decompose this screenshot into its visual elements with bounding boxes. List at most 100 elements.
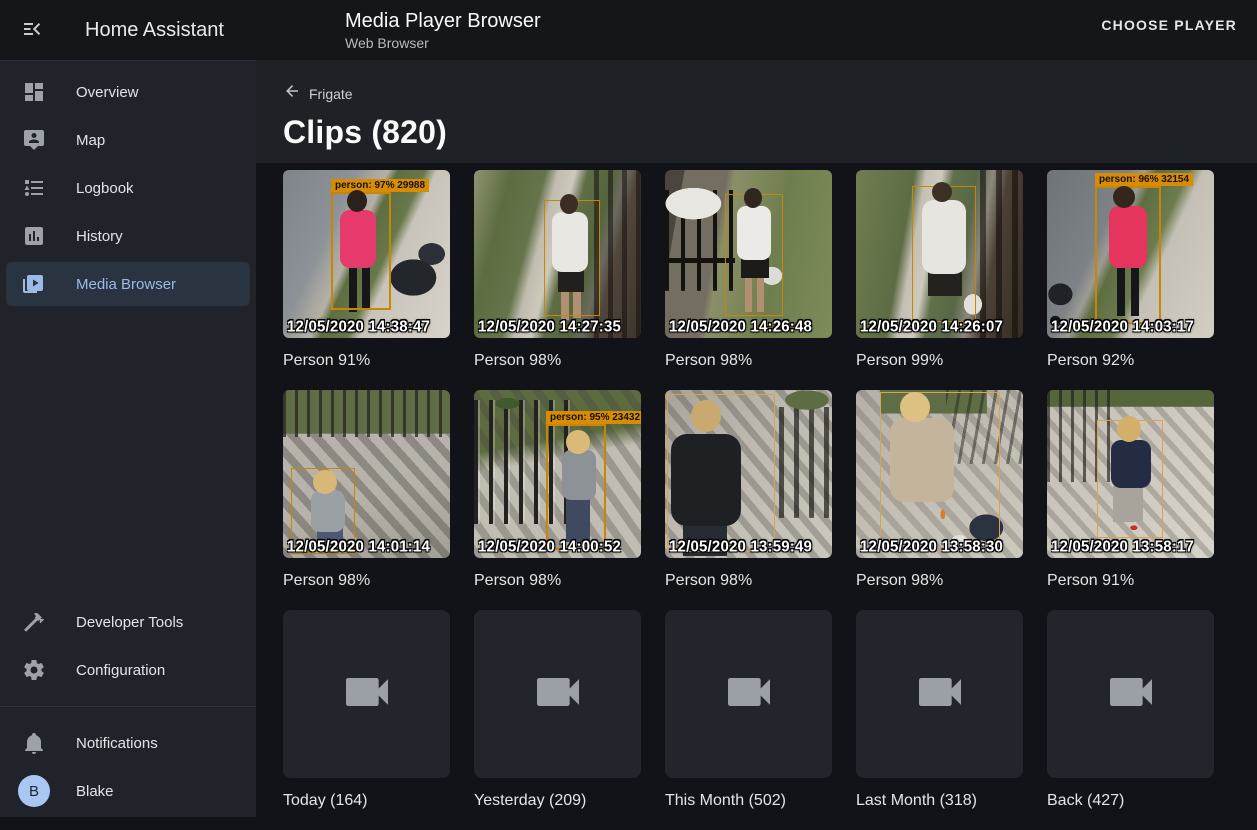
clip-timestamp: 12/05/2020 14:26:48 (669, 317, 812, 335)
panel-subtitle: Web Browser (345, 34, 541, 52)
folder-item-back[interactable]: Back (427) (1047, 610, 1214, 811)
folder-thumbnail (856, 610, 1023, 778)
folder-thumbnail (283, 610, 450, 778)
sidebar-item-label: Developer Tools (76, 614, 183, 631)
videocam-icon (1103, 664, 1159, 725)
sidebar-item-notifications[interactable]: Notifications (0, 719, 256, 767)
sidebar-nav: Overview Map Logbook History Media Brows… (0, 61, 256, 306)
avatar: B (18, 775, 50, 807)
bell-icon (22, 731, 46, 755)
clip-item[interactable]: 12/05/2020 14:27:35 Person 98% (474, 170, 641, 371)
sidebar-item-media-browser[interactable]: Media Browser (6, 262, 250, 306)
app-bar: Home Assistant Media Player Browser Web … (0, 0, 1257, 60)
clip-label: Person 98% (665, 351, 832, 371)
clip-thumbnail: 12/05/2020 14:27:35 (474, 170, 641, 338)
videocam-icon (912, 664, 968, 725)
sidebar-item-logbook[interactable]: Logbook (0, 164, 256, 212)
sidebar-item-label: Overview (76, 84, 139, 101)
panel-title: Media Player Browser (345, 9, 541, 33)
clip-label: Person 98% (474, 571, 641, 591)
detection-box-label: person: 96% 32154 (1095, 173, 1193, 186)
clip-label: Person 98% (283, 571, 450, 591)
dashboard-icon (22, 80, 46, 104)
clip-item[interactable]: person: 95% 23432 12/05/2020 14:00:52 Pe… (474, 390, 641, 591)
hammer-icon (22, 610, 46, 634)
breadcrumb-back-link[interactable]: Frigate (283, 82, 353, 105)
folder-thumbnail (665, 610, 832, 778)
clip-item[interactable]: person: 96% 32154 12/05/2020 14:03:17 Pe… (1047, 170, 1214, 371)
clip-thumbnail: 12/05/2020 13:58:30 (856, 390, 1023, 558)
clip-item[interactable]: person: 97% 29988 12/05/2020 14:38:47 Pe… (283, 170, 450, 371)
folder-item-yesterday[interactable]: Yesterday (209) (474, 610, 641, 811)
sidebar-footer: Developer Tools Configuration Notificati… (0, 598, 256, 815)
videocam-icon (530, 664, 586, 725)
user-name: Blake (76, 783, 114, 800)
media-browser-header: Frigate Clips (820) (256, 60, 1257, 163)
sidebar-item-label: Media Browser (76, 276, 176, 293)
folder-item-this-month[interactable]: This Month (502) (665, 610, 832, 811)
detection-box-label: person: 95% 23432 (546, 411, 641, 424)
folder-item-last-month[interactable]: Last Month (318) (856, 610, 1023, 811)
clip-thumbnail: person: 97% 29988 12/05/2020 14:38:47 (283, 170, 450, 338)
folder-label: Yesterday (209) (474, 791, 641, 811)
sidebar-toggle-button[interactable] (12, 10, 52, 50)
chart-box-icon (22, 224, 46, 248)
clip-thumbnail: person: 95% 23432 12/05/2020 14:00:52 (474, 390, 641, 558)
clip-item[interactable]: 12/05/2020 13:58:17 Person 91% (1047, 390, 1214, 591)
clip-thumbnail: 12/05/2020 13:58:17 (1047, 390, 1214, 558)
clip-timestamp: 12/05/2020 13:59:49 (669, 537, 812, 555)
folder-label: Back (427) (1047, 791, 1214, 811)
detection-box: person: 95% 23432 (546, 424, 606, 550)
sidebar-item-label: Notifications (76, 735, 158, 752)
videocam-icon (721, 664, 777, 725)
detection-box (725, 194, 783, 316)
sidebar-item-label: History (76, 228, 123, 245)
panel-title-block: Media Player Browser Web Browser (345, 9, 541, 52)
detection-box (880, 392, 1000, 550)
gear-icon (22, 658, 46, 682)
sidebar: Overview Map Logbook History Media Brows… (0, 60, 256, 817)
clip-thumbnail: 12/05/2020 14:26:48 (665, 170, 832, 338)
folder-label: Today (164) (283, 791, 450, 811)
clip-timestamp: 12/05/2020 13:58:30 (860, 537, 1003, 555)
clip-thumbnail: person: 96% 32154 12/05/2020 14:03:17 (1047, 170, 1214, 338)
detection-box (1097, 420, 1163, 538)
media-library-icon (22, 272, 46, 296)
detection-box (544, 200, 600, 316)
sidebar-item-developer-tools[interactable]: Developer Tools (0, 598, 256, 646)
breadcrumb-label: Frigate (309, 86, 353, 102)
folder-label: Last Month (318) (856, 791, 1023, 811)
sidebar-item-history[interactable]: History (0, 212, 256, 260)
sidebar-item-label: Configuration (76, 662, 165, 679)
menu-collapse-icon (20, 17, 44, 44)
clip-label: Person 92% (1047, 351, 1214, 371)
detection-box: person: 96% 32154 (1095, 186, 1161, 324)
sidebar-item-configuration[interactable]: Configuration (0, 646, 256, 694)
clip-item[interactable]: 12/05/2020 14:01:14 Person 98% (283, 390, 450, 591)
clip-grid: person: 97% 29988 12/05/2020 14:38:47 Pe… (256, 163, 1257, 830)
sidebar-item-label: Map (76, 132, 105, 149)
sidebar-item-profile[interactable]: B Blake (0, 767, 256, 815)
sidebar-item-label: Logbook (76, 180, 134, 197)
clip-item[interactable]: 12/05/2020 14:26:07 Person 99% (856, 170, 1023, 371)
clip-item[interactable]: 12/05/2020 13:59:49 Person 98% (665, 390, 832, 591)
clip-label: Person 98% (665, 571, 832, 591)
clip-timestamp: 12/05/2020 14:01:14 (287, 537, 430, 555)
arrow-left-icon (283, 82, 301, 105)
clip-timestamp: 12/05/2020 13:58:17 (1051, 537, 1194, 555)
choose-player-button[interactable]: CHOOSE PLAYER (1101, 17, 1237, 33)
clip-timestamp: 12/05/2020 14:00:52 (478, 537, 621, 555)
clip-item[interactable]: 12/05/2020 13:58:30 Person 98% (856, 390, 1023, 591)
sidebar-item-overview[interactable]: Overview (0, 68, 256, 116)
clip-label: Person 91% (283, 351, 450, 371)
clip-thumbnail: 12/05/2020 14:01:14 (283, 390, 450, 558)
detection-box (912, 186, 976, 322)
clip-timestamp: 12/05/2020 14:38:47 (287, 317, 430, 335)
sidebar-item-map[interactable]: Map (0, 116, 256, 164)
clip-label: Person 99% (856, 351, 1023, 371)
clip-thumbnail: 12/05/2020 14:26:07 (856, 170, 1023, 338)
media-browser-content: person: 97% 29988 12/05/2020 14:38:47 Pe… (256, 163, 1257, 817)
clip-item[interactable]: 12/05/2020 14:26:48 Person 98% (665, 170, 832, 371)
folder-item-today[interactable]: Today (164) (283, 610, 450, 811)
videocam-icon (339, 664, 395, 725)
